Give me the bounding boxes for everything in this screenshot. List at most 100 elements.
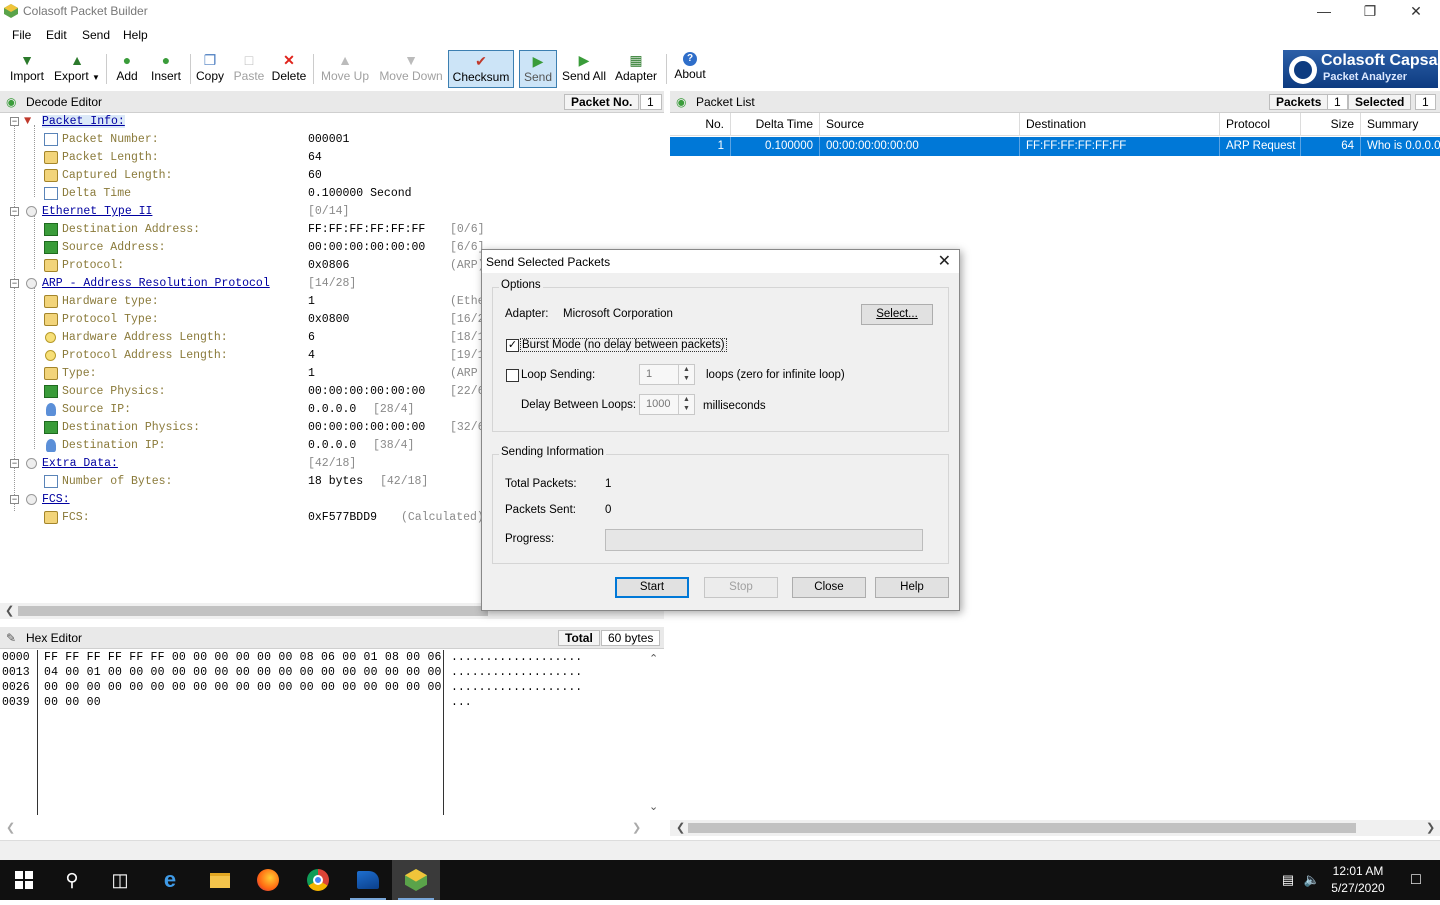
hex-bytes[interactable]: 04 00 01 00 00 00 00 00 00 00 00 00 00 0… [44, 666, 442, 679]
window-title: Colasoft Packet Builder [23, 4, 148, 18]
scroll-left-icon[interactable]: ❮ [6, 821, 15, 834]
collapse-icon[interactable]: − [10, 207, 19, 216]
chrome-icon[interactable] [294, 860, 342, 900]
send-button[interactable]: ▶ Send [519, 50, 557, 88]
table-row[interactable]: 1 0.100000 00:00:00:00:00:00 FF:FF:FF:FF… [670, 137, 1440, 156]
dialog-close-icon[interactable]: ✕ [938, 251, 951, 271]
hex-ascii[interactable]: ................... [451, 651, 582, 664]
column-source[interactable]: Source [820, 113, 1020, 136]
hex-bytes[interactable]: 00 00 00 [44, 696, 101, 709]
minimize-button[interactable]: — [1301, 0, 1347, 24]
column-summary[interactable]: Summary [1361, 113, 1440, 136]
hex-hscrollbar[interactable]: ❮ ❯ [0, 820, 664, 836]
about-button[interactable]: ? About [672, 50, 708, 88]
tree-field[interactable]: Packet Length: 64 [0, 149, 664, 167]
scroll-left-icon[interactable]: ❮ [5, 604, 14, 617]
restore-button[interactable]: ❐ [1347, 0, 1393, 24]
send-selected-packets-dialog: Send Selected Packets ✕ Options Adapter:… [481, 249, 960, 611]
packet-list-hscrollbar[interactable]: ❮ ❯ [670, 820, 1440, 836]
stepper-arrows-icon[interactable]: ▲ ▼ [678, 395, 694, 414]
menu-help[interactable]: Help [123, 28, 148, 42]
start-button[interactable]: Start [615, 577, 689, 598]
scroll-right-icon[interactable]: ❯ [632, 821, 641, 834]
progress-label: Progress: [505, 533, 555, 545]
collapse-icon[interactable]: − [10, 279, 19, 288]
copy-button[interactable]: ❐ Copy [194, 50, 226, 88]
start-icon[interactable] [0, 860, 48, 900]
add-button[interactable]: ● Add [112, 50, 142, 88]
hex-ascii[interactable]: ................... [451, 681, 582, 694]
column-no[interactable]: No. [670, 113, 731, 136]
notifications-icon[interactable]: □ [1392, 860, 1440, 900]
scroll-down-icon[interactable]: ⌄ [649, 800, 658, 814]
scrollbar-thumb[interactable] [688, 823, 1356, 833]
menu-file[interactable]: File [12, 28, 31, 42]
delete-button[interactable]: ✕ Delete [270, 50, 308, 88]
stop-button[interactable]: Stop [704, 577, 778, 598]
delay-stepper[interactable]: 1000 ▲ ▼ [639, 394, 695, 415]
insert-button[interactable]: ● Insert [148, 50, 184, 88]
scroll-up-icon[interactable]: ⌃ [649, 652, 658, 666]
tree-section-ethernet[interactable]: − Ethernet Type II [0/14] [0, 203, 664, 221]
wireshark-icon[interactable] [344, 860, 392, 900]
loop-sending-label[interactable]: Loop Sending: [521, 369, 595, 381]
tree-section-packet-info[interactable]: − ▼ Packet Info: [0, 113, 664, 131]
file-explorer-icon[interactable] [196, 860, 244, 900]
edge-icon[interactable]: e [146, 860, 194, 900]
import-button[interactable]: ▼ Import [6, 50, 48, 88]
loop-sending-checkbox[interactable] [506, 369, 519, 382]
column-delta-time[interactable]: Delta Time [731, 113, 820, 136]
send-all-button[interactable]: ▶ Send All [560, 50, 608, 88]
stepper-arrows-icon[interactable]: ▲ ▼ [678, 365, 694, 384]
column-size[interactable]: Size [1301, 113, 1361, 136]
move-down-button[interactable]: ▼ Move Down [378, 50, 444, 88]
scroll-right-icon[interactable]: ❯ [1426, 821, 1435, 834]
length-icon [45, 350, 56, 361]
separator [313, 54, 314, 84]
packet-builder-icon[interactable] [392, 860, 440, 900]
scroll-left-icon[interactable]: ❮ [676, 821, 685, 834]
select-adapter-button[interactable]: Select... [861, 304, 933, 325]
hex-ascii[interactable]: ................... [451, 666, 582, 679]
hex-ascii[interactable]: ... [451, 696, 472, 709]
menu-edit[interactable]: Edit [46, 28, 67, 42]
close-window-button[interactable]: ✕ [1393, 0, 1439, 24]
network-icon[interactable]: ▤ [1276, 860, 1300, 900]
search-icon[interactable]: ⚲ [48, 860, 96, 900]
help-circle-icon: ? [683, 52, 697, 66]
collapse-icon[interactable]: − [10, 495, 19, 504]
burst-mode-label[interactable]: Burst Mode (no delay between packets) [520, 338, 727, 352]
tree-field[interactable]: Delta Time 0.100000 Second [0, 185, 664, 203]
colasoft-capsa-logo[interactable]: Colasoft Capsa Packet Analyzer [1283, 50, 1438, 88]
paste-button[interactable]: □ Paste [232, 50, 266, 88]
tree-field[interactable]: Destination Address: FF:FF:FF:FF:FF:FF [… [0, 221, 664, 239]
menu-send[interactable]: Send [82, 28, 110, 42]
export-button[interactable]: ▲ Export ▼ [54, 50, 100, 88]
hex-address: 0013 [2, 666, 30, 679]
scrollbar-thumb[interactable] [18, 606, 488, 616]
close-button[interactable]: Close [792, 577, 866, 598]
burst-mode-checkbox[interactable]: ✓ [506, 339, 519, 352]
loop-count-stepper[interactable]: 1 ▲ ▼ [639, 364, 695, 385]
column-protocol[interactable]: Protocol [1220, 113, 1301, 136]
firefox-icon[interactable] [244, 860, 292, 900]
clock[interactable]: 12:01 AM 5/27/2020 [1328, 863, 1388, 897]
separator [666, 54, 667, 84]
column-destination[interactable]: Destination [1020, 113, 1220, 136]
task-view-icon[interactable]: ◫ [96, 860, 144, 900]
collapse-icon[interactable]: − [10, 117, 19, 126]
tree-field[interactable]: Packet Number: 000001 [0, 131, 664, 149]
hex-editor-body[interactable]: 0000 FF FF FF FF FF FF 00 00 00 00 00 00… [0, 650, 664, 820]
move-up-button[interactable]: ▲ Move Up [318, 50, 372, 88]
help-button[interactable]: Help [875, 577, 949, 598]
hex-bytes[interactable]: FF FF FF FF FF FF 00 00 00 00 00 00 08 0… [44, 651, 442, 664]
packet-no-value[interactable]: 1 [640, 94, 662, 110]
selected-label: Selected [1348, 94, 1412, 110]
collapse-icon[interactable]: − [10, 459, 19, 468]
adapter-label: Adapter: [505, 308, 549, 320]
adapter-button[interactable]: ▦ Adapter [612, 50, 660, 88]
hex-bytes[interactable]: 00 00 00 00 00 00 00 00 00 00 00 00 00 0… [44, 681, 442, 694]
volume-muted-icon[interactable]: 🔈 [1300, 860, 1324, 900]
checksum-button[interactable]: ✔ Checksum [448, 50, 514, 88]
tree-field[interactable]: Captured Length: 60 [0, 167, 664, 185]
